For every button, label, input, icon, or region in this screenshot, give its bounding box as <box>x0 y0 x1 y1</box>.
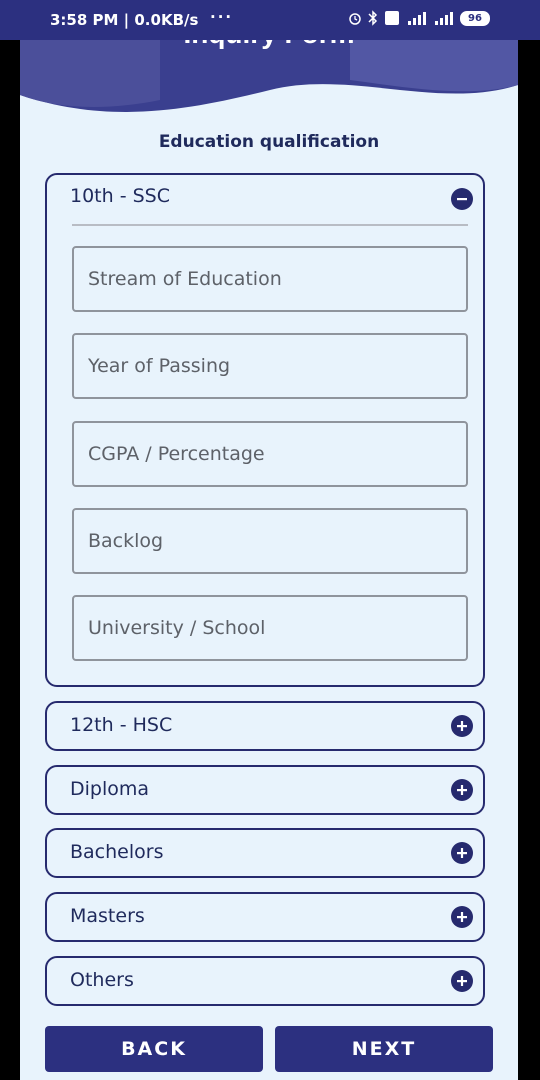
header-banner: Inquiry Form <box>20 40 518 130</box>
plus-icon <box>457 721 467 731</box>
collapse-button[interactable] <box>451 188 473 210</box>
plus-icon <box>457 976 467 986</box>
accordion-masters[interactable]: Masters <box>45 892 485 942</box>
accordion-others[interactable]: Others <box>45 956 485 1006</box>
accordion-diploma[interactable]: Diploma <box>45 765 485 815</box>
battery-icon: 96 <box>460 10 490 26</box>
backlog-field[interactable]: Backlog <box>72 508 468 574</box>
accordion-label: Others <box>70 969 134 991</box>
status-more-dots: ··· <box>210 8 234 26</box>
accordion-10th-ssc: 10th - SSC Stream of Education Year of P… <box>45 173 485 687</box>
accordion-label[interactable]: 10th - SSC <box>70 185 170 207</box>
expand-button[interactable] <box>451 715 473 737</box>
signal-4g-icon <box>408 12 426 25</box>
banner-title: Inquiry Form <box>20 40 518 50</box>
accordion-label: Masters <box>70 905 145 927</box>
accordion-divider <box>72 224 468 226</box>
expand-button[interactable] <box>451 842 473 864</box>
year-of-passing-field[interactable]: Year of Passing <box>72 333 468 399</box>
expand-button[interactable] <box>451 906 473 928</box>
status-bar: 3:58 PM | 0.0KB/s ··· 96 <box>0 0 540 40</box>
app-screen: Inquiry Form Education qualification 10t… <box>20 40 518 1080</box>
signal-icon <box>435 12 453 25</box>
next-button[interactable]: NEXT <box>275 1026 493 1072</box>
bluetooth-icon <box>368 10 378 26</box>
banner-image <box>20 40 518 112</box>
minus-icon <box>457 198 467 201</box>
cgpa-percentage-field[interactable]: CGPA / Percentage <box>72 421 468 487</box>
expand-button[interactable] <box>451 970 473 992</box>
alarm-icon <box>349 13 361 25</box>
field-placeholder: CGPA / Percentage <box>88 443 265 465</box>
accordion-bachelors[interactable]: Bachelors <box>45 828 485 878</box>
university-school-field[interactable]: University / School <box>72 595 468 661</box>
accordion-12th-hsc[interactable]: 12th - HSC <box>45 701 485 751</box>
field-placeholder: Year of Passing <box>88 355 231 377</box>
expand-button[interactable] <box>451 779 473 801</box>
accordion-label: Diploma <box>70 778 150 800</box>
field-placeholder: Stream of Education <box>88 268 282 290</box>
plus-icon <box>457 912 467 922</box>
back-button[interactable]: BACK <box>45 1026 263 1072</box>
field-placeholder: University / School <box>88 617 266 639</box>
status-time: 3:58 PM | 0.0KB/s <box>50 11 199 29</box>
stream-of-education-field[interactable]: Stream of Education <box>72 246 468 312</box>
plus-icon <box>457 848 467 858</box>
accordion-label: 12th - HSC <box>70 714 173 736</box>
section-title: Education qualification <box>158 132 380 152</box>
plus-icon <box>457 785 467 795</box>
accordion-label: Bachelors <box>70 841 164 863</box>
volte-icon <box>385 11 399 25</box>
field-placeholder: Backlog <box>88 530 164 552</box>
